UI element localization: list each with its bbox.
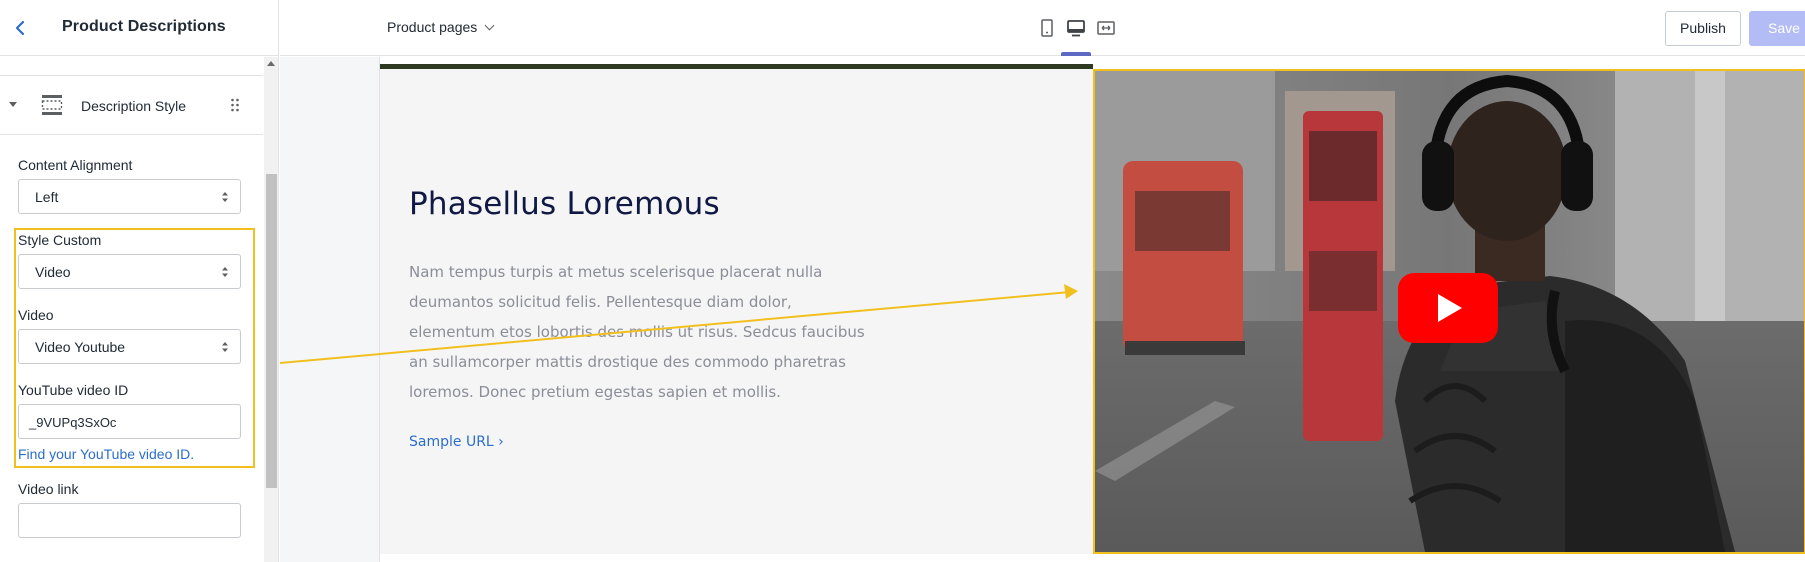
style-custom-value: Video [35, 264, 71, 280]
section-description-style[interactable]: Description Style [0, 75, 263, 135]
youtube-id-value: _9VUPq3SxOc [29, 415, 117, 430]
scrollbar-thumb[interactable] [266, 174, 277, 488]
content-alignment-select[interactable]: Left [18, 179, 241, 214]
description-heading: Phasellus Loremous [409, 186, 720, 222]
video-link-label: Video link [18, 481, 79, 497]
section-layout-icon [41, 95, 63, 115]
content-alignment-label: Content Alignment [18, 157, 133, 173]
content-alignment-value: Left [35, 189, 59, 205]
chevron-down-icon [484, 20, 495, 31]
video-label: Video [18, 307, 54, 323]
sidebar-scrollbar[interactable] [264, 57, 278, 562]
description-body: Nam tempus turpis at metus scelerisque p… [409, 263, 865, 401]
desktop-icon[interactable] [1066, 18, 1086, 38]
sidebar-header: Product Descriptions [0, 0, 278, 56]
preview-canvas: Phasellus Loremous Nam tempus turpis at … [280, 57, 1805, 562]
style-custom-select[interactable]: Video [18, 254, 241, 289]
style-custom-label: Style Custom [18, 232, 102, 248]
select-arrows-icon [222, 267, 228, 277]
section-label: Description Style [81, 98, 187, 114]
scroll-up-arrow-icon[interactable] [267, 61, 275, 66]
video-value: Video Youtube [35, 339, 126, 355]
sidebar-content: Description Style Content Alignment Left… [0, 57, 278, 562]
sidebar-title: Product Descriptions [62, 18, 226, 35]
select-arrows-icon [222, 342, 228, 352]
active-device-indicator [1061, 52, 1091, 56]
back-button[interactable] [10, 16, 32, 40]
page-type-selector[interactable]: Product pages [387, 19, 495, 35]
sidebar: Product Descriptions Description Style C… [0, 0, 279, 562]
drag-handle-icon[interactable] [230, 98, 240, 112]
youtube-play-icon[interactable] [1398, 273, 1498, 343]
store-preview: Phasellus Loremous Nam tempus turpis at … [379, 57, 1805, 562]
find-youtube-id-link[interactable]: Find your YouTube video ID. [18, 446, 194, 462]
editor-topbar: Product pages Publish Save [280, 0, 1805, 56]
description-text-panel: Phasellus Loremous Nam tempus turpis at … [380, 69, 1093, 554]
publish-button[interactable]: Publish [1665, 11, 1741, 46]
youtube-id-label: YouTube video ID [18, 382, 129, 398]
video-link-input[interactable] [18, 503, 241, 538]
fullwidth-icon[interactable] [1096, 18, 1116, 38]
youtube-id-input[interactable]: _9VUPq3SxOc [18, 404, 241, 439]
page-type-value: Product pages [387, 19, 478, 35]
select-arrows-icon [222, 192, 228, 202]
youtube-video-embed[interactable] [1093, 69, 1805, 554]
chevron-left-icon [15, 20, 25, 36]
mobile-icon[interactable] [1037, 18, 1057, 38]
save-button[interactable]: Save [1749, 11, 1805, 46]
sample-url-link[interactable]: Sample URL › [409, 434, 504, 450]
video-select[interactable]: Video Youtube [18, 329, 241, 364]
caret-down-icon[interactable] [9, 102, 17, 107]
